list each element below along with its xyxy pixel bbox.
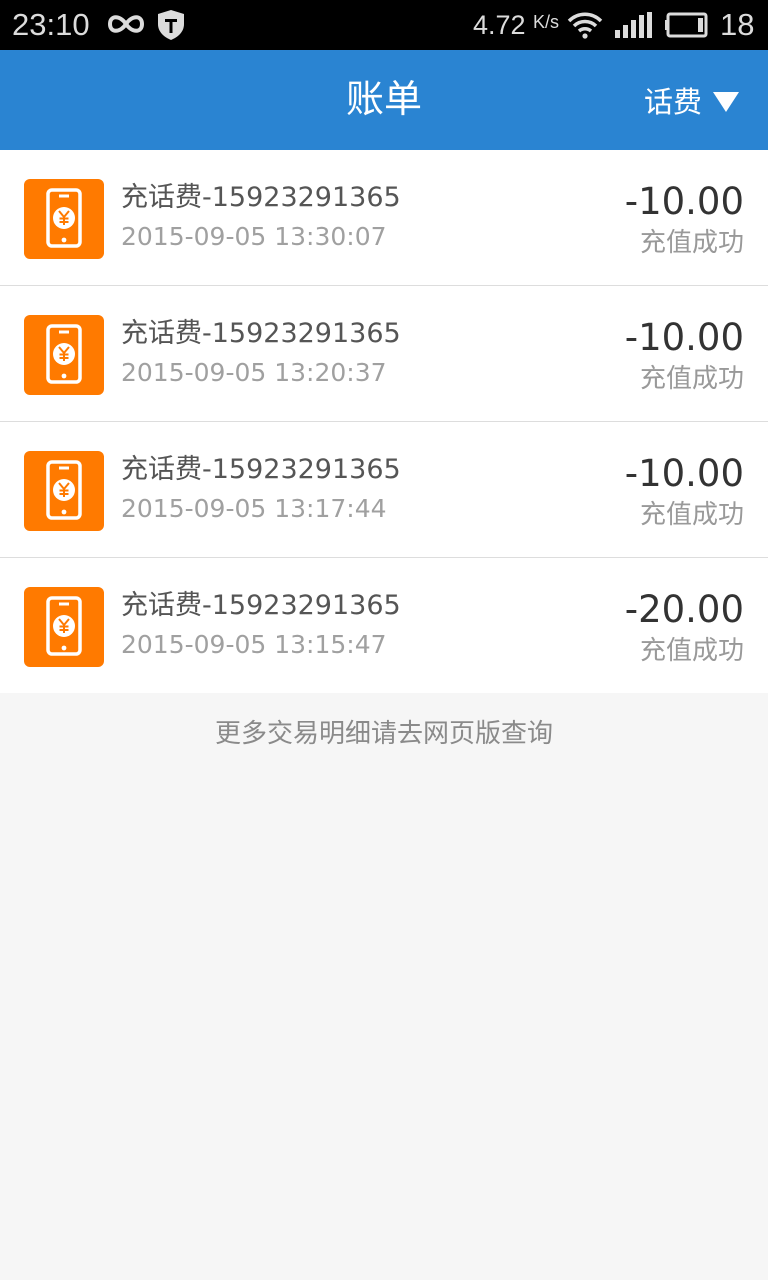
network-speed: 4.72 [473,10,526,40]
transaction-time: 2015-09-05 13:30:07 [121,222,387,251]
transaction-amount: -10.00 [624,316,744,359]
battery-icon [665,12,708,38]
filter-label: 话费 [643,85,702,119]
signal-icon [615,12,652,38]
more-details-note: 更多交易明细请去网页版查询 [214,719,553,749]
status-time: 23:10 [12,7,90,42]
phone-recharge-icon [24,587,104,667]
triangle-down-icon [713,92,739,112]
transaction-amount: -10.00 [624,452,744,495]
category-filter-dropdown[interactable]: 话费 [644,82,740,122]
transaction-status: 充值成功 [639,500,744,530]
transaction-row[interactable]: 充话费-15923291365 2015-09-05 13:20:37 -10.… [0,286,768,422]
status-bar: 23:10 4.72 K/s 18 [0,0,768,50]
shield-icon [158,10,184,40]
transaction-status: 充值成功 [639,636,744,666]
transaction-status: 充值成功 [639,364,744,394]
header-bar: 账单 话费 [0,50,768,150]
phone-recharge-icon [24,179,104,259]
transaction-title: 充话费-15923291365 [121,590,401,621]
battery-level: 18 [720,7,755,42]
transaction-status: 充值成功 [639,228,744,258]
infinity-icon [107,15,145,33]
transaction-title: 充话费-15923291365 [121,182,401,213]
transaction-row[interactable]: 充话费-15923291365 2015-09-05 13:17:44 -10.… [0,422,768,558]
transaction-amount: -10.00 [624,180,744,223]
transaction-time: 2015-09-05 13:17:44 [121,494,387,523]
transaction-row[interactable]: 充话费-15923291365 2015-09-05 13:30:07 -10.… [0,150,768,286]
wifi-icon [567,12,603,39]
phone-recharge-icon [24,451,104,531]
transaction-list: 充话费-15923291365 2015-09-05 13:30:07 -10.… [0,150,768,693]
transaction-row[interactable]: 充话费-15923291365 2015-09-05 13:15:47 -20.… [0,558,768,693]
transaction-time: 2015-09-05 13:15:47 [121,630,387,659]
transaction-amount: -20.00 [624,588,744,631]
transaction-title: 充话费-15923291365 [121,318,401,349]
network-speed-unit: K/s [533,12,560,32]
transaction-title: 充话费-15923291365 [121,454,401,485]
phone-recharge-icon [24,315,104,395]
transaction-time: 2015-09-05 13:20:37 [121,358,387,387]
